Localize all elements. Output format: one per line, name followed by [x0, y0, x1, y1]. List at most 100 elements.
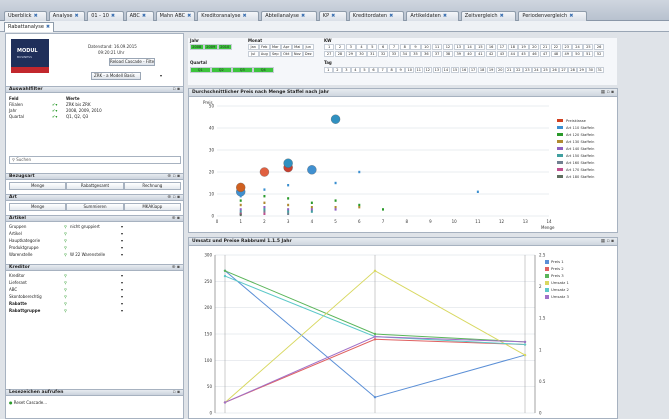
series-point[interactable] [373, 335, 377, 338]
time-cell[interactable]: 48 [550, 51, 562, 57]
time-cell[interactable]: 17 [496, 44, 508, 50]
scatter-point[interactable] [310, 206, 313, 209]
dropdown-icon[interactable]: ▾ [121, 308, 123, 313]
time-cell[interactable]: 2010 [218, 44, 232, 50]
close-icon[interactable]: ✖ [34, 13, 38, 19]
time-cell[interactable]: 41 [475, 51, 486, 57]
close-icon[interactable]: ✖ [500, 13, 504, 19]
scatter-point[interactable] [358, 206, 361, 209]
option-button[interactable]: Menge [9, 182, 67, 190]
time-cell[interactable]: 14 [464, 44, 475, 50]
time-cell[interactable]: Apr [281, 44, 292, 50]
search-icon[interactable]: ⚲ [64, 301, 67, 306]
time-cell[interactable]: 22 [550, 44, 562, 50]
time-cell[interactable]: 17 [468, 67, 478, 73]
time-cell[interactable]: 5 [360, 67, 369, 73]
scatter-point[interactable] [239, 213, 242, 217]
scatter-bubble[interactable] [236, 182, 246, 193]
tab-item[interactable]: Kreditordaten ✖ [348, 11, 405, 21]
close-icon[interactable]: ✖ [142, 13, 146, 19]
time-cell[interactable]: 3 [342, 67, 351, 73]
time-cell[interactable]: 10 [405, 67, 414, 73]
scatter-point[interactable] [239, 208, 242, 211]
model-select[interactable]: ZRK - a Modell Basis [91, 72, 141, 80]
kreditor-field-name[interactable]: Skontoberechtig [9, 294, 42, 299]
time-cell[interactable]: 27 [559, 67, 568, 73]
dropdown-icon[interactable]: ▾ [121, 252, 123, 257]
panel-controls-icon[interactable]: ▫ ▪ [172, 87, 180, 92]
panel-controls-icon[interactable]: ⊕ ▫ ▪ [167, 174, 180, 179]
search-icon[interactable]: ⚲ [64, 294, 67, 299]
time-cell[interactable]: 38 [442, 51, 454, 57]
time-cell[interactable]: 3 [345, 44, 356, 50]
time-cell[interactable]: 8 [399, 44, 410, 50]
time-cell[interactable]: 9 [410, 44, 421, 50]
time-cell[interactable]: 16 [459, 67, 469, 73]
time-cell[interactable]: 15 [475, 44, 486, 50]
dropdown-icon[interactable]: ▾ [121, 224, 123, 229]
panel-controls-icon[interactable]: ⊕ ▪ [172, 265, 180, 270]
scatter-point[interactable] [239, 199, 242, 202]
dropdown-icon[interactable]: ▾ [121, 245, 123, 250]
time-cell[interactable]: 1 [324, 67, 333, 73]
time-cell[interactable]: 21 [505, 67, 514, 73]
time-cell[interactable]: 20 [529, 44, 540, 50]
time-cell[interactable]: 30 [586, 67, 595, 73]
search-icon[interactable]: ⚲ [64, 252, 67, 257]
time-cell[interactable]: Nov [292, 51, 303, 57]
scatter-point[interactable] [263, 188, 266, 191]
close-icon[interactable]: ✖ [111, 13, 115, 19]
scatter-point[interactable] [263, 208, 266, 211]
time-cell[interactable]: 40 [464, 51, 475, 57]
tab-item[interactable]: 01 - 10 ✖ [87, 11, 124, 21]
time-cell[interactable]: 6 [369, 67, 378, 73]
time-cell[interactable]: Dez [303, 51, 314, 57]
kreditor-field-name[interactable]: Lieferant [9, 280, 27, 285]
time-cell[interactable]: 31 [367, 51, 378, 57]
panel-controls-icon[interactable]: ▫ ▪ [172, 390, 180, 395]
time-cell[interactable]: 21 [540, 44, 551, 50]
time-cell[interactable]: 34 [399, 51, 410, 57]
scatter-point[interactable] [287, 203, 290, 207]
time-cell[interactable]: 52 [594, 51, 605, 57]
time-cell[interactable]: 29 [345, 51, 356, 57]
time-cell[interactable]: 51 [583, 51, 594, 57]
dropdown-icon[interactable]: ▾ [121, 287, 123, 292]
time-cell[interactable]: Q4 [253, 67, 274, 73]
time-cell[interactable]: 6 [378, 44, 389, 50]
chevron-down-icon[interactable]: ▾ [160, 73, 162, 78]
time-cell[interactable]: 2 [333, 67, 342, 73]
search-icon[interactable]: ⚲ [64, 308, 67, 313]
scatter-point[interactable] [358, 170, 361, 174]
time-cell[interactable]: 5 [367, 44, 378, 50]
time-cell[interactable]: 18 [507, 44, 518, 50]
time-cell[interactable]: 39 [453, 51, 464, 57]
time-cell[interactable]: 23 [561, 44, 572, 50]
time-cell[interactable]: 47 [540, 51, 551, 57]
scatter-point[interactable] [334, 181, 337, 185]
time-cell[interactable]: 44 [507, 51, 518, 57]
search-icon[interactable]: ⚲ [64, 245, 67, 250]
tab-item[interactable]: KP ✖ [318, 11, 347, 21]
dropdown-icon[interactable]: ▾ [121, 301, 123, 306]
time-cell[interactable]: 36 [421, 51, 432, 57]
series-point[interactable] [373, 396, 377, 399]
close-icon[interactable]: ✖ [301, 13, 305, 19]
dropdown-icon[interactable]: ▾ [121, 238, 123, 243]
time-cell[interactable]: Mai [292, 44, 303, 50]
kreditor-field-name[interactable]: Rabatte [9, 301, 27, 306]
time-cell[interactable]: Q3 [232, 67, 253, 73]
tab-item[interactable]: Periodenvergleich ✖ [518, 11, 587, 21]
time-cell[interactable]: Mar [270, 44, 281, 50]
scatter-bubble[interactable] [259, 167, 270, 177]
time-cell[interactable]: Jul [248, 51, 259, 57]
scatter-point[interactable] [263, 210, 266, 213]
chart-controls-icon[interactable]: ▦ ▫ ▪ [601, 89, 614, 96]
scatter-point[interactable] [334, 199, 337, 202]
panel-controls-icon[interactable]: ⊕ ▪ [172, 216, 180, 221]
reload-button[interactable]: Reload Cascade - Filters [109, 58, 155, 66]
scatter-point[interactable] [287, 197, 290, 200]
chart-controls-icon[interactable]: ▦ ▫ ▪ [601, 238, 614, 245]
close-icon[interactable]: ✖ [74, 13, 78, 19]
scatter-point[interactable] [263, 201, 266, 204]
